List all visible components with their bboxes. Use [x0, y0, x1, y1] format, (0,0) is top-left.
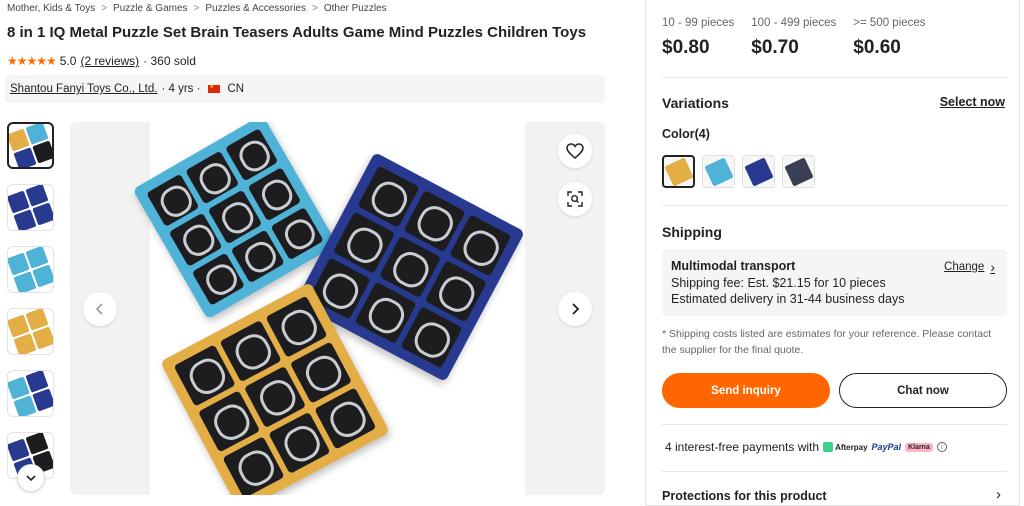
price-tier: 100 - 499 pieces $0.70 — [751, 17, 836, 59]
swatch-image — [783, 156, 814, 187]
breadcrumb-separator: > — [101, 3, 108, 14]
thumbnail-list — [7, 122, 55, 494]
divider — [662, 205, 1007, 206]
color-swatch[interactable] — [662, 155, 695, 188]
sold-count: · 360 sold — [143, 54, 196, 68]
image-search-icon[interactable] — [558, 182, 592, 216]
afterpay-logo: Afterpay — [823, 442, 868, 452]
swatch-image — [743, 156, 774, 187]
klarna-logo: Klarna — [905, 442, 933, 452]
main-product-image — [70, 122, 605, 495]
shipping-title: Shipping — [662, 224, 722, 240]
supplier-country: CN — [227, 83, 245, 95]
shipping-box: Multimodal transport Change › Shipping fe… — [662, 249, 1007, 316]
thumbnail[interactable] — [7, 308, 54, 355]
breadcrumb-item[interactable]: Other Puzzles — [324, 3, 387, 14]
protections-title[interactable]: Protections for this product — [662, 489, 827, 503]
thumbnail-image — [8, 247, 53, 292]
breadcrumb-item[interactable]: Puzzles & Accessories — [205, 3, 306, 14]
breadcrumb-separator: > — [193, 3, 200, 14]
thumbnail-image — [9, 124, 52, 167]
payment-options: 4 interest-free payments with Afterpay P… — [665, 440, 947, 454]
breadcrumb-item[interactable]: Mother, Kids & Toys — [7, 3, 95, 14]
price-tier: 10 - 99 pieces $0.80 — [662, 17, 734, 59]
shipping-delivery: Estimated delivery in 31-44 business day… — [671, 292, 905, 306]
color-swatch[interactable] — [742, 155, 775, 188]
shipping-fee: Shipping fee: Est. $21.15 for 10 pieces — [671, 275, 886, 290]
breadcrumb-separator: > — [311, 3, 318, 14]
divider — [662, 77, 1007, 78]
tier-price: $0.60 — [853, 37, 901, 58]
thumbnail-image — [8, 185, 53, 230]
price-tier: >= 500 pieces $0.60 — [853, 17, 925, 59]
payments-text: 4 interest-free payments with — [665, 440, 820, 454]
select-now-link[interactable]: Select now — [940, 95, 1005, 109]
thumbnail-image — [8, 309, 53, 354]
chevron-right-icon[interactable]: › — [996, 486, 1001, 503]
send-inquiry-button[interactable]: Send inquiry — [662, 373, 830, 408]
divider — [662, 471, 1007, 472]
supplier-bar: Shantou Fanyi Toys Co., Ltd. · 4 yrs · C… — [5, 75, 605, 103]
color-label: Color(4) — [662, 127, 710, 141]
thumbnail[interactable] — [7, 246, 54, 293]
swatch-image — [703, 156, 734, 187]
rating-value: 5.0 — [59, 54, 77, 68]
color-swatch[interactable] — [702, 155, 735, 188]
change-label: Change — [944, 261, 985, 273]
tier-price: $0.70 — [751, 37, 799, 58]
cn-flag-icon — [208, 84, 221, 93]
thumbnail-image — [8, 371, 53, 416]
afterpay-label: Afterpay — [835, 442, 868, 452]
tier-range: 10 - 99 pieces — [662, 17, 735, 29]
rating-row: ★★★★★ 5.0 (2 reviews) · 360 sold — [7, 54, 196, 68]
product-title: 8 in 1 IQ Metal Puzzle Set Brain Teasers… — [7, 24, 587, 41]
chevron-right-icon[interactable] — [558, 292, 592, 326]
product-photo — [132, 122, 525, 495]
supplier-years: · 4 yrs · — [161, 83, 201, 95]
purchase-panel: 10 - 99 pieces $0.80 100 - 499 pieces $0… — [645, 0, 1020, 506]
change-shipping-link[interactable]: Change › — [944, 259, 995, 276]
breadcrumb-item[interactable]: Puzzle & Games — [113, 3, 187, 14]
chevron-right-icon: › — [990, 259, 995, 275]
color-swatch[interactable] — [782, 155, 815, 188]
afterpay-icon — [823, 442, 834, 452]
thumbnail[interactable] — [7, 370, 54, 417]
reviews-link[interactable]: (2 reviews) — [80, 54, 139, 68]
price-tiers: 10 - 99 pieces $0.80 100 - 499 pieces $0… — [662, 17, 943, 59]
info-icon[interactable]: i — [936, 442, 947, 452]
heart-icon[interactable] — [558, 134, 592, 168]
star-rating-icon: ★★★★★ — [7, 54, 57, 68]
chat-now-button[interactable]: Chat now — [839, 373, 1007, 408]
paypal-logo: PayPal — [871, 442, 902, 452]
variations-title: Variations — [662, 95, 729, 111]
thumbnail[interactable] — [7, 122, 54, 169]
color-swatches — [662, 155, 815, 188]
shipping-note: * Shipping costs listed are estimates fo… — [662, 328, 992, 356]
breadcrumb: Mother, Kids & Toys > Puzzle & Games > P… — [7, 3, 387, 14]
supplier-name-link[interactable]: Shantou Fanyi Toys Co., Ltd. — [10, 83, 157, 95]
tier-range: 100 - 499 pieces — [751, 17, 837, 29]
chevron-left-icon[interactable] — [83, 292, 117, 326]
chevron-down-icon[interactable] — [17, 464, 45, 492]
swatch-image — [663, 156, 694, 187]
divider — [662, 424, 1007, 425]
tier-range: >= 500 pieces — [853, 17, 926, 29]
tier-price: $0.80 — [662, 37, 710, 58]
thumbnail[interactable] — [7, 184, 54, 231]
